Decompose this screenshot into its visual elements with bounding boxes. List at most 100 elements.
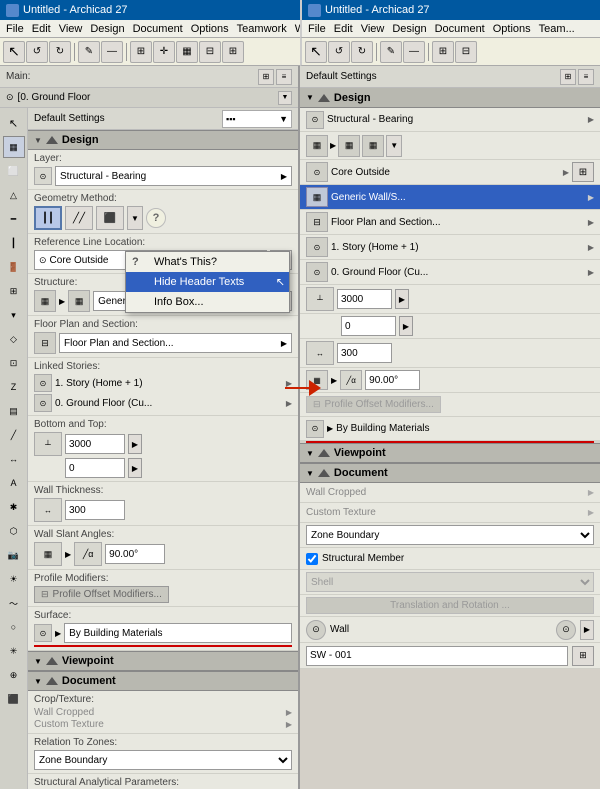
- side-icon-sun[interactable]: ☀: [3, 568, 25, 590]
- side-icon-slab[interactable]: ⬜: [3, 160, 25, 182]
- side-icon-select[interactable]: ↖: [3, 112, 25, 134]
- toolbar-extra1[interactable]: ▦: [176, 41, 198, 63]
- menu-window-left[interactable]: Window: [291, 22, 300, 36]
- side-icon-wall[interactable]: ▦: [3, 136, 25, 158]
- geo-dropdown-btn[interactable]: ▼: [127, 206, 143, 230]
- side-icon-label[interactable]: ✱: [3, 496, 25, 518]
- layer-dropdown[interactable]: Structural - Bearing ▶: [55, 166, 292, 186]
- menu-teamwork-right[interactable]: Team...: [535, 22, 579, 36]
- right-thickness-input[interactable]: [337, 343, 392, 363]
- right-zone-select[interactable]: Zone Boundary: [306, 525, 594, 545]
- toolbar-redo-btn[interactable]: ↻: [49, 41, 71, 63]
- geo-btn-3[interactable]: ⬛: [96, 206, 124, 230]
- right-toolbar-redo[interactable]: ↻: [351, 41, 373, 63]
- document-section-header[interactable]: ▼ Document: [28, 671, 298, 691]
- menu-options-right[interactable]: Options: [489, 22, 535, 36]
- side-icon-beam[interactable]: ━: [3, 208, 25, 230]
- bottom-value-input[interactable]: [65, 434, 125, 454]
- bottom-arr[interactable]: ▶: [128, 434, 142, 454]
- menu-document-right[interactable]: Document: [431, 22, 489, 36]
- menu-design-right[interactable]: Design: [388, 22, 430, 36]
- toolbar-extra2[interactable]: ⊟: [199, 41, 221, 63]
- menu-document-left[interactable]: Document: [129, 22, 187, 36]
- right-toolbar-arrow[interactable]: ↖: [305, 41, 327, 63]
- side-icon-object[interactable]: ◇: [3, 328, 25, 350]
- top-value-input[interactable]: [65, 458, 125, 478]
- menu-file-right[interactable]: File: [304, 22, 330, 36]
- viewpoint-section-header[interactable]: ▼ Viewpoint: [28, 651, 298, 671]
- design-section-header[interactable]: ▼ Design: [28, 130, 298, 150]
- menu-file-left[interactable]: File: [2, 22, 28, 36]
- right-geo-dropdown[interactable]: ▼: [386, 135, 402, 157]
- right-design-header[interactable]: ▼ Design: [300, 88, 600, 108]
- side-icon-extra1[interactable]: ⊕: [3, 664, 25, 686]
- context-hide-header[interactable]: Hide Header Texts ↖: [126, 272, 289, 292]
- profile-btn[interactable]: ⊟ Profile Offset Modifiers...: [34, 586, 169, 603]
- right-slant-input[interactable]: [365, 370, 420, 390]
- thickness-value-input[interactable]: [65, 500, 125, 520]
- right-viewpoint-header[interactable]: ▼ Viewpoint: [300, 443, 600, 463]
- side-icon-morph[interactable]: ⬡: [3, 520, 25, 542]
- right-toolbar-pencil[interactable]: ✎: [380, 41, 402, 63]
- toolbar-arrow-btn[interactable]: ↖: [3, 41, 25, 63]
- side-icon-zone[interactable]: Z: [3, 376, 25, 398]
- right-bottom-input[interactable]: [337, 289, 392, 309]
- surface-dropdown[interactable]: By Building Materials: [64, 623, 292, 643]
- right-toolbar-grid[interactable]: ⊟: [455, 41, 477, 63]
- side-icon-column[interactable]: ┃: [3, 232, 25, 254]
- right-shell-select[interactable]: Shell: [306, 572, 594, 592]
- menu-view-right[interactable]: View: [357, 22, 389, 36]
- menu-view-left[interactable]: View: [55, 22, 87, 36]
- geo-btn-1[interactable]: ┃┃: [34, 206, 62, 230]
- side-icon-wave[interactable]: 〜: [3, 592, 25, 614]
- side-icon-mesh[interactable]: ⊡: [3, 352, 25, 374]
- right-core-btn[interactable]: ⊞: [572, 162, 594, 182]
- list-view-btn[interactable]: ≡: [276, 69, 292, 85]
- toolbar-dash-btn[interactable]: —: [101, 41, 123, 63]
- toolbar-undo-btn[interactable]: ↺: [26, 41, 48, 63]
- side-icon-snowflake[interactable]: ✳: [3, 640, 25, 662]
- toolbar-select-btn[interactable]: ⊞: [130, 41, 152, 63]
- geo-btn-2[interactable]: ╱╱: [65, 206, 93, 230]
- toolbar-extra3[interactable]: ⊞: [222, 41, 244, 63]
- side-icon-line[interactable]: ╱: [3, 424, 25, 446]
- grid-view-btn[interactable]: ⊞: [258, 69, 274, 85]
- toolbar-move-btn[interactable]: ✛: [153, 41, 175, 63]
- right-toolbar-sel[interactable]: ⊞: [432, 41, 454, 63]
- menu-edit-left[interactable]: Edit: [28, 22, 55, 36]
- side-icon-circle[interactable]: ○: [3, 616, 25, 638]
- side-icon-window[interactable]: ⊞: [3, 280, 25, 302]
- context-info-box[interactable]: Info Box...: [126, 292, 289, 312]
- right-sw001-btn[interactable]: ⊞: [572, 646, 594, 666]
- slant-value-input[interactable]: [105, 544, 165, 564]
- right-top-arrow[interactable]: ▶: [399, 316, 413, 336]
- side-icon-text[interactable]: A: [3, 472, 25, 494]
- menu-teamwork-left[interactable]: Teamwork: [233, 22, 291, 36]
- toolbar-pencil-btn[interactable]: ✎: [78, 41, 100, 63]
- side-icon-dim[interactable]: ↔: [3, 448, 25, 470]
- zones-select[interactable]: Zone Boundary: [34, 750, 292, 770]
- side-icon-stair[interactable]: ▾: [3, 304, 25, 326]
- structural-member-checkbox[interactable]: [306, 553, 318, 565]
- floorplan-dropdown[interactable]: Floor Plan and Section... ▶: [59, 333, 292, 353]
- side-icon-roof[interactable]: △: [3, 184, 25, 206]
- side-icon-door[interactable]: 🚪: [3, 256, 25, 278]
- menu-edit-right[interactable]: Edit: [330, 22, 357, 36]
- right-top-input[interactable]: [341, 316, 396, 336]
- right-document-header[interactable]: ▼ Document: [300, 463, 600, 483]
- story-dropdown-btn[interactable]: ▼: [278, 91, 292, 105]
- side-icon-camera[interactable]: 📷: [3, 544, 25, 566]
- whats-this-icon[interactable]: ?: [146, 208, 166, 228]
- right-list-view-btn[interactable]: ≡: [578, 69, 594, 85]
- menu-options-left[interactable]: Options: [187, 22, 233, 36]
- right-wall-end-arrow[interactable]: ▶: [580, 620, 594, 640]
- right-sw001-input[interactable]: [306, 646, 568, 666]
- side-icon-fill[interactable]: ▤: [3, 400, 25, 422]
- right-grid-view-btn[interactable]: ⊞: [560, 69, 576, 85]
- context-whats-this[interactable]: ? What's This?: [126, 252, 289, 272]
- right-toolbar-dash[interactable]: —: [403, 41, 425, 63]
- right-bottom-arrow[interactable]: ▶: [395, 289, 409, 309]
- side-icon-extra2[interactable]: ⬛: [3, 688, 25, 710]
- default-settings-dropdown[interactable]: ▪▪▪▼: [222, 110, 292, 128]
- right-toolbar-undo[interactable]: ↺: [328, 41, 350, 63]
